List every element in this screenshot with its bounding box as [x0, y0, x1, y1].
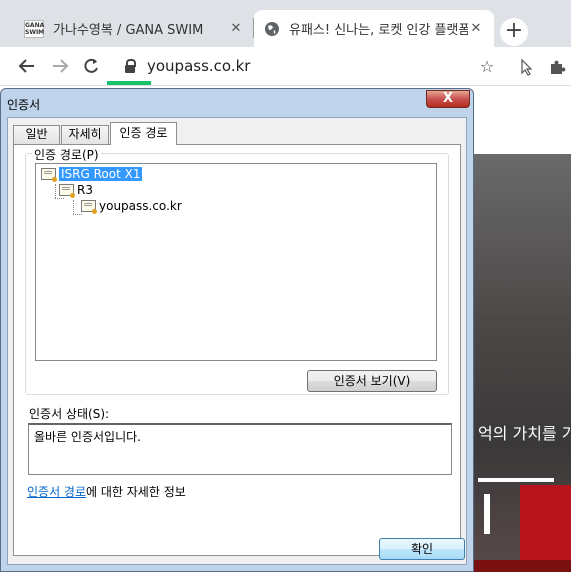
- browser-tab-youpass[interactable]: 유패스! 신나는, 로켓 인강 플랫폼 ✕: [254, 10, 494, 47]
- certificate-tree[interactable]: ISRG Root X1 R3 youpass.co.kr: [35, 163, 437, 361]
- forward-arrow-icon[interactable]: [49, 56, 71, 76]
- tab-panel: 인증 경로(P) ISRG Root X1 R3 youpass.co.kr 인…: [13, 144, 461, 556]
- certificate-icon: [59, 184, 75, 198]
- tree-node-intermediate[interactable]: R3: [59, 182, 93, 198]
- certificate-dialog: 인증서 X 일반 자세히 인증 경로 인증 경로(P) ISRG Root X1: [0, 88, 474, 572]
- address-bar[interactable]: youpass.co.kr: [147, 57, 250, 75]
- more-info-line: 인증서 경로에 대한 자세한 정보: [27, 483, 186, 500]
- group-label: 인증 경로(P): [32, 146, 101, 163]
- more-info-text: 에 대한 자세한 정보: [86, 485, 186, 499]
- hero-red-block: [520, 485, 571, 565]
- tree-node-label: ISRG Root X1: [59, 167, 143, 181]
- hero-bottom-strip: [474, 560, 571, 572]
- certification-path-group: 인증 경로(P) ISRG Root X1 R3 youpass.co.kr 인…: [25, 146, 449, 395]
- tree-node-label: youpass.co.kr: [99, 199, 182, 213]
- certificate-status-label: 인증서 상태(S):: [29, 407, 110, 421]
- certificate-icon: [81, 200, 97, 214]
- lock-icon[interactable]: [125, 59, 136, 73]
- highlight-underline: [107, 81, 151, 85]
- hero-text: 억의 가치를 가: [478, 424, 571, 443]
- hero-mark: [484, 494, 490, 534]
- dialog-body: 일반 자세히 인증 경로 인증 경로(P) ISRG Root X1 R3 yo…: [7, 117, 467, 565]
- tab-certification-path[interactable]: 인증 경로: [110, 122, 177, 145]
- tree-node-label: R3: [77, 183, 93, 197]
- ok-button[interactable]: 확인: [379, 538, 465, 560]
- tree-node-leaf[interactable]: youpass.co.kr: [81, 198, 182, 214]
- cursor-icon[interactable]: [518, 58, 536, 76]
- certification-path-link[interactable]: 인증서 경로: [27, 485, 86, 499]
- new-tab-button[interactable]: +: [500, 18, 528, 46]
- certificate-status-box[interactable]: 올바른 인증서입니다.: [28, 423, 452, 475]
- tree-node-root[interactable]: ISRG Root X1: [41, 166, 143, 182]
- back-arrow-icon[interactable]: [16, 56, 38, 76]
- dialog-title: 인증서: [7, 98, 41, 112]
- tree-connector: [55, 184, 56, 198]
- browser-toolbar: youpass.co.kr ☆: [0, 47, 571, 86]
- star-icon[interactable]: ☆: [477, 57, 497, 76]
- tree-connector: [73, 214, 82, 215]
- extensions-puzzle-icon[interactable]: [548, 58, 566, 76]
- favicon-text-line1: GANA: [25, 21, 45, 29]
- certificate-icon: [41, 168, 57, 182]
- reload-icon[interactable]: [80, 56, 102, 76]
- tab-strip: GANA SWIM 가나수영복 / GANA SWIM ✕ 유패스! 신나는, …: [0, 0, 571, 47]
- view-certificate-button[interactable]: 인증서 보기(V): [307, 370, 437, 392]
- tab-close-icon[interactable]: ✕: [228, 21, 244, 36]
- certificate-status-text: 올바른 인증서입니다.: [34, 430, 141, 444]
- tab-details[interactable]: 자세히: [61, 125, 109, 144]
- tab-title: 유패스! 신나는, 로켓 인강 플랫폼: [289, 23, 468, 38]
- favicon-text-line2: SWIM: [25, 28, 45, 36]
- tab-close-icon[interactable]: ✕: [468, 21, 484, 36]
- globe-icon: [265, 21, 279, 36]
- tab-title: 가나수영복 / GANA SWIM: [53, 23, 204, 38]
- tab-general[interactable]: 일반: [13, 125, 60, 144]
- tree-connector: [73, 200, 74, 214]
- hero-divider: [478, 478, 554, 482]
- dialog-close-button[interactable]: X: [426, 90, 470, 108]
- tree-connector: [55, 198, 64, 199]
- browser-tab-gana[interactable]: GANA SWIM 가나수영복 / GANA SWIM ✕: [14, 10, 254, 47]
- gana-favicon-icon: GANA SWIM: [24, 19, 45, 38]
